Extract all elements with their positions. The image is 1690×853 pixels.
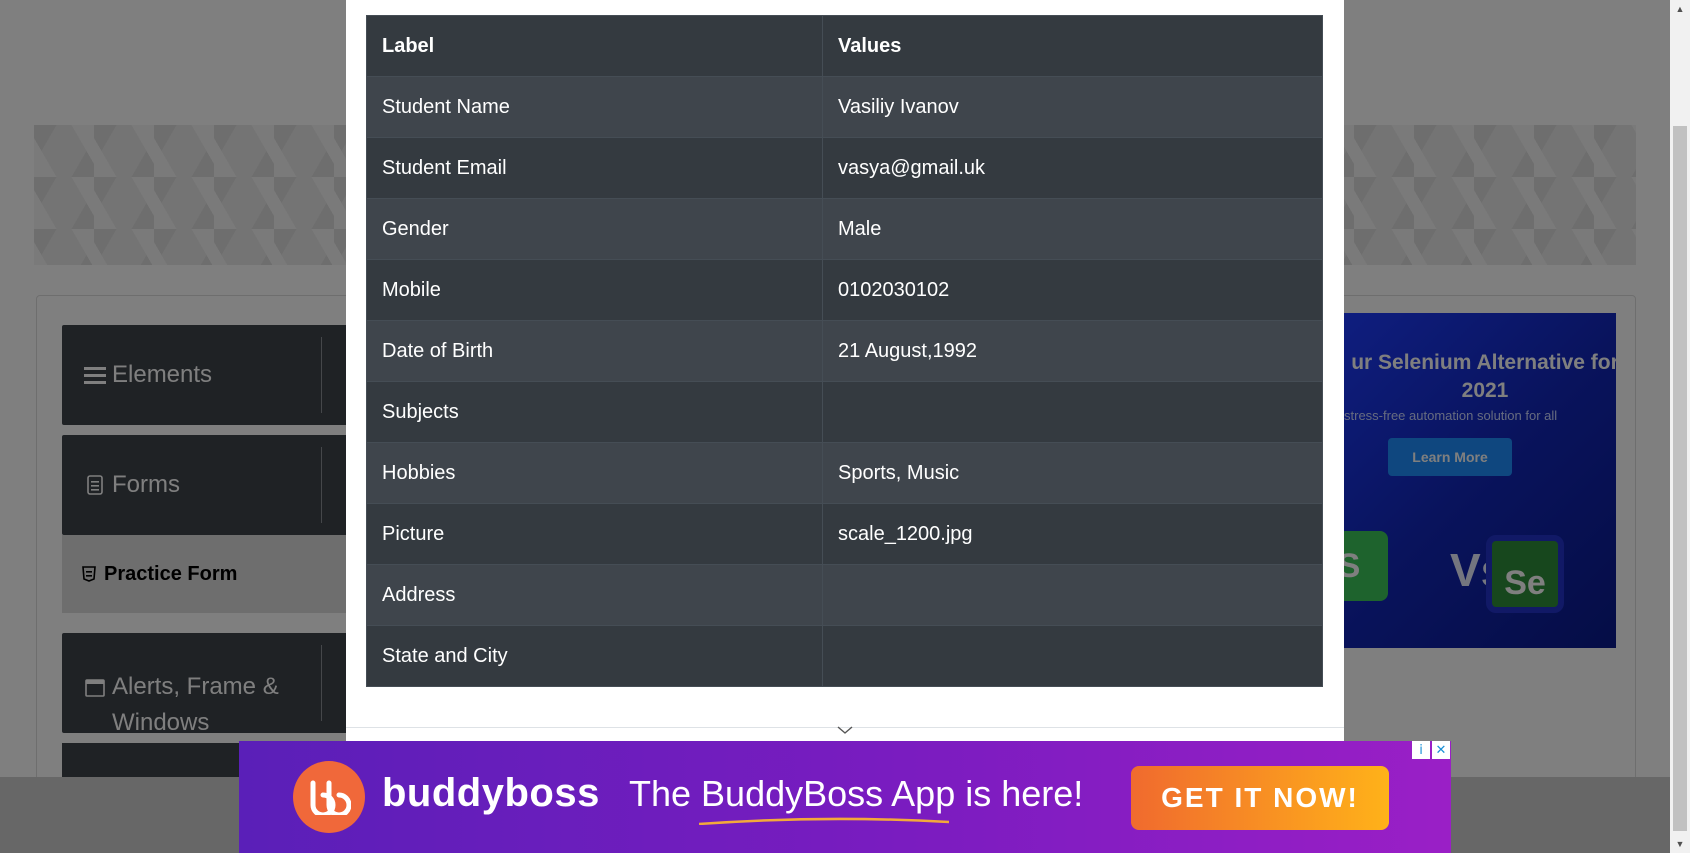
- row-value: [822, 625, 1323, 687]
- ad-info-icon[interactable]: i: [1412, 741, 1430, 759]
- row-label: Hobbies: [366, 442, 823, 504]
- row-value: [822, 564, 1323, 626]
- ad-controls: i ✕: [1412, 741, 1450, 759]
- row-value: 21 August,1992: [822, 320, 1323, 382]
- row-label: Student Email: [366, 137, 823, 199]
- results-table: Label Values Student Name Vasiliy Ivanov …: [366, 15, 1323, 687]
- table-row: State and City: [366, 625, 1323, 687]
- row-label: Subjects: [366, 381, 823, 443]
- scrollbar-thumb[interactable]: [1673, 126, 1687, 831]
- table-header-row: Label Values: [366, 15, 1323, 77]
- row-label: Date of Birth: [366, 320, 823, 382]
- row-value: vasya@gmail.uk: [822, 137, 1323, 199]
- ad-close-icon[interactable]: ✕: [1432, 741, 1450, 759]
- vertical-scrollbar[interactable]: ▲ ▼: [1670, 0, 1690, 853]
- ad-headline: The BuddyBoss App is here!: [629, 773, 1084, 814]
- row-value: Male: [822, 198, 1323, 260]
- scroll-up-arrow-icon[interactable]: ▲: [1670, 0, 1690, 18]
- column-header-label: Label: [366, 15, 823, 77]
- row-label: Gender: [366, 198, 823, 260]
- row-value: Vasiliy Ivanov: [822, 76, 1323, 138]
- table-row: Mobile 0102030102: [366, 259, 1323, 321]
- row-label: Address: [366, 564, 823, 626]
- table-row: Student Email vasya@gmail.uk: [366, 137, 1323, 199]
- row-label: Mobile: [366, 259, 823, 321]
- underline-swoosh: [699, 817, 949, 825]
- table-row: Subjects: [366, 381, 1323, 443]
- chevron-down-icon[interactable]: [837, 722, 853, 738]
- column-header-values: Values: [822, 15, 1323, 77]
- row-label: Picture: [366, 503, 823, 565]
- row-value: scale_1200.jpg: [822, 503, 1323, 565]
- submission-modal: Label Values Student Name Vasiliy Ivanov …: [346, 0, 1344, 760]
- table-row: Gender Male: [366, 198, 1323, 260]
- table-row: Date of Birth 21 August,1992: [366, 320, 1323, 382]
- row-value: 0102030102: [822, 259, 1323, 321]
- row-label: Student Name: [366, 76, 823, 138]
- row-value: [822, 381, 1323, 443]
- table-row: Hobbies Sports, Music: [366, 442, 1323, 504]
- table-row: Student Name Vasiliy Ivanov: [366, 76, 1323, 138]
- row-value: Sports, Music: [822, 442, 1323, 504]
- scroll-down-arrow-icon[interactable]: ▼: [1670, 835, 1690, 853]
- table-row: Address: [366, 564, 1323, 626]
- buddyboss-logo-icon: [293, 761, 365, 833]
- table-row: Picture scale_1200.jpg: [366, 503, 1323, 565]
- bottom-advertisement[interactable]: buddyboss The BuddyBoss App is here! GET…: [239, 741, 1451, 853]
- ad-brand-name: buddyboss: [382, 771, 600, 815]
- get-it-now-button[interactable]: GET IT NOW!: [1131, 766, 1389, 830]
- row-label: State and City: [366, 625, 823, 687]
